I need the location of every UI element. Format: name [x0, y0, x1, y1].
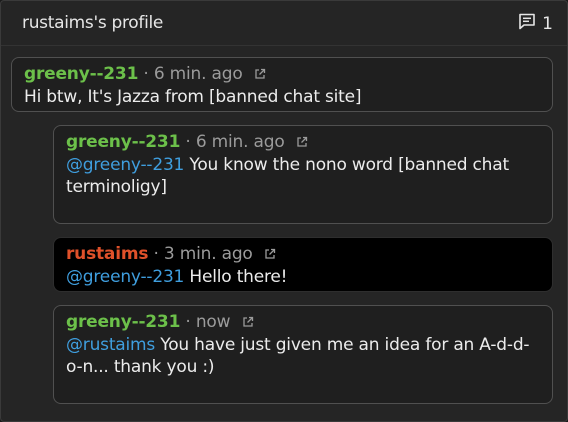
comment-meta: greeny--231 · 6 min. ago — [66, 131, 540, 154]
comment-meta: greeny--231 · 6 min. ago — [24, 63, 540, 86]
comment-timestamp: now — [195, 312, 231, 332]
mention-link[interactable]: @greeny--231 — [66, 155, 184, 175]
comment-meta: greeny--231 · now — [66, 311, 540, 334]
comment-username[interactable]: greeny--231 — [66, 132, 180, 152]
meta-separator: · — [185, 312, 191, 332]
comment-meta: rustaims · 3 min. ago — [66, 243, 540, 266]
meta-separator: · — [153, 244, 159, 264]
panel-header: rustaims's profile 1 — [1, 1, 567, 46]
comment-icon — [518, 12, 536, 35]
comment-body: @rustaims You have just given me an idea… — [66, 334, 540, 378]
comment-timestamp: 6 min. ago — [195, 132, 285, 152]
profile-comments-panel: rustaims's profile 1 greeny--231 · 6 min… — [0, 0, 568, 422]
comment-username[interactable]: greeny--231 — [66, 312, 180, 332]
comment-body: @greeny--231 You know the nono word [ban… — [66, 154, 540, 198]
comment-timestamp: 6 min. ago — [153, 64, 243, 84]
mention-link[interactable]: @greeny--231 — [66, 267, 184, 287]
comment-username[interactable]: greeny--231 — [24, 64, 138, 84]
comment-text: Hi btw, It's Jazza from [banned chat sit… — [24, 87, 362, 107]
reply-item: rustaims · 3 min. ago @greeny--231 Hello… — [53, 237, 553, 292]
external-link-icon[interactable] — [296, 132, 308, 154]
external-link-icon[interactable] — [254, 64, 266, 86]
external-link-icon[interactable] — [264, 244, 276, 266]
comment-timestamp: 3 min. ago — [163, 244, 253, 264]
page-title: rustaims's profile — [22, 13, 164, 33]
comment-count-button[interactable]: 1 — [518, 12, 553, 35]
meta-separator: · — [185, 132, 191, 152]
comment-username[interactable]: rustaims — [66, 244, 148, 264]
comment-body: Hi btw, It's Jazza from [banned chat sit… — [24, 86, 540, 108]
comment-item: greeny--231 · 6 min. ago Hi btw, It's Ja… — [11, 57, 553, 112]
comment-body: @greeny--231 Hello there! — [66, 266, 540, 288]
mention-link[interactable]: @rustaims — [66, 335, 155, 355]
comment-count: 1 — [542, 13, 553, 34]
comment-text: Hello there! — [189, 267, 288, 287]
meta-separator: · — [143, 64, 149, 84]
external-link-icon[interactable] — [242, 312, 254, 334]
reply-item: greeny--231 · 6 min. ago @greeny--231 Yo… — [53, 125, 553, 224]
reply-item: greeny--231 · now @rustaims You have jus… — [53, 305, 553, 404]
